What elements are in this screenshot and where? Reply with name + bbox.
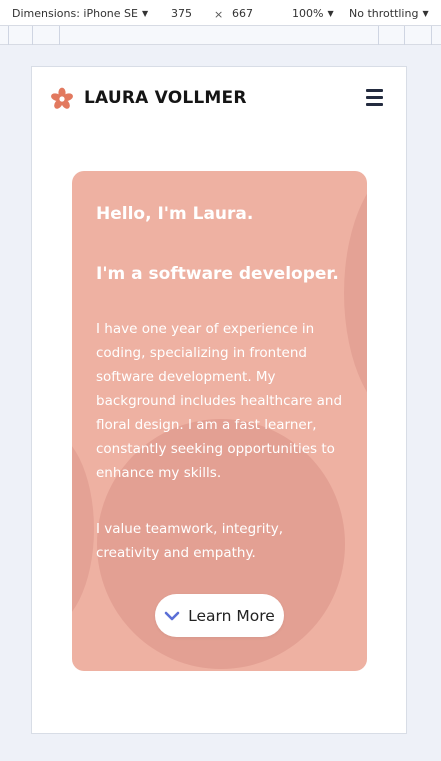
media-query-divider (59, 26, 60, 45)
hero-content: Hello, I'm Laura. I'm a software develop… (96, 201, 348, 565)
dropdown-caret-icon: ▼ (327, 9, 334, 18)
media-query-divider (404, 26, 405, 45)
dropdown-caret-icon: ▼ (141, 9, 149, 18)
device-viewport: LAURA VOLLMER Hello, I'm Laura. I'm a so… (31, 66, 407, 734)
dropdown-caret-icon: ▼ (422, 9, 429, 18)
hamburger-menu-icon[interactable] (366, 89, 383, 108)
zoom-label: 100% (292, 7, 324, 20)
media-query-divider (8, 26, 9, 45)
learn-more-label: Learn More (188, 606, 275, 625)
menu-bar (366, 89, 383, 92)
learn-more-button[interactable]: Learn More (155, 594, 284, 637)
site-header: LAURA VOLLMER (32, 67, 406, 131)
device-dimensions-label: Dimensions: iPhone SE (12, 7, 138, 20)
hero-bio: I have one year of experience in coding,… (96, 321, 343, 481)
media-query-divider (431, 26, 432, 45)
menu-bar (366, 96, 383, 99)
throttling-select[interactable]: No throttling ▼ (349, 7, 429, 20)
device-dimensions-select[interactable]: Dimensions: iPhone SE ▼ (12, 7, 148, 20)
dimension-separator: × (214, 8, 224, 21)
devtools-device-toolbar: Dimensions: iPhone SE ▼ 375 × 667 100% ▼… (0, 0, 441, 26)
menu-bar (366, 103, 383, 106)
decorative-circle (72, 429, 94, 629)
throttling-label: No throttling (349, 7, 419, 20)
viewport-height-input[interactable]: 667 (232, 7, 253, 20)
hero-role: I'm a software developer. (96, 264, 339, 284)
hero-values: I value teamwork, integrity, creativity … (96, 521, 284, 561)
hero-greeting: Hello, I'm Laura. (96, 204, 254, 224)
media-query-bar (0, 26, 441, 45)
hero-card: Hello, I'm Laura. I'm a software develop… (72, 171, 367, 671)
flower-icon[interactable] (50, 87, 74, 111)
media-query-divider (32, 26, 33, 45)
viewport-width-input[interactable]: 375 (171, 7, 192, 20)
site-title[interactable]: LAURA VOLLMER (84, 88, 247, 108)
chevron-down-icon (164, 611, 180, 620)
zoom-select[interactable]: 100% ▼ (292, 7, 334, 20)
media-query-divider (378, 26, 379, 45)
